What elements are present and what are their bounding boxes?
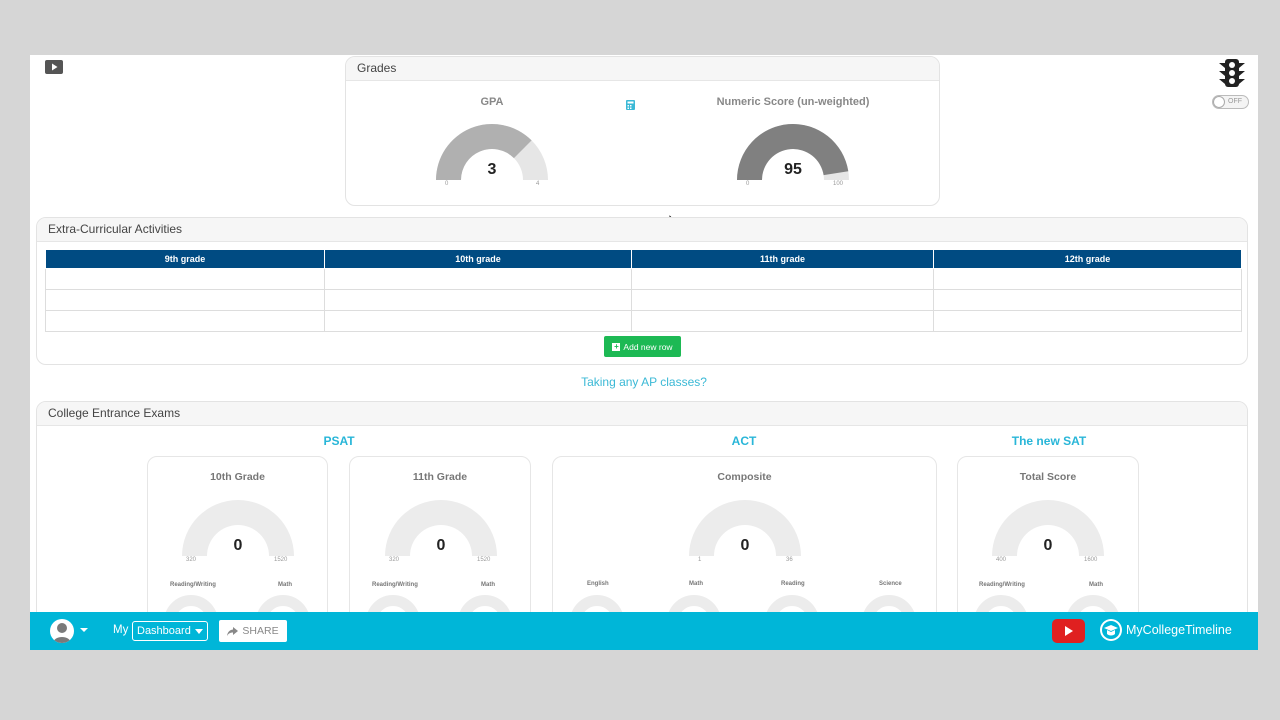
numeric-score-min: 0 bbox=[746, 181, 750, 187]
college-exams-title: College Entrance Exams bbox=[37, 402, 1247, 426]
sub-score-label: Math bbox=[278, 582, 292, 588]
dashboard-select-label: Dashboard bbox=[137, 625, 191, 637]
sub-score-label: Science bbox=[879, 581, 902, 587]
grades-title: Grades bbox=[346, 57, 939, 81]
gpa-title: GPA bbox=[480, 96, 504, 108]
sub-score-label: English bbox=[587, 581, 609, 587]
score-max: 1600 bbox=[1084, 557, 1098, 563]
add-new-row-label: Add new row bbox=[623, 341, 673, 352]
numeric-score-value: 95 bbox=[784, 161, 802, 178]
sub-score-label: Reading/Writing bbox=[170, 582, 216, 588]
table-row bbox=[45, 310, 1242, 332]
table-cell[interactable] bbox=[324, 310, 632, 332]
share-label: SHARE bbox=[242, 625, 279, 637]
act-heading: ACT bbox=[731, 434, 757, 448]
score-value: 0 bbox=[1043, 537, 1053, 554]
calculator-icon[interactable] bbox=[626, 97, 635, 110]
column-header: 9th grade bbox=[45, 249, 325, 269]
user-avatar-icon[interactable] bbox=[50, 619, 74, 643]
footer-bar: My Dashboard SHARE MyCollegeTimeline bbox=[30, 612, 1258, 650]
column-header: 12th grade bbox=[933, 249, 1242, 269]
table-cell[interactable] bbox=[631, 289, 934, 311]
sub-score-label: Reading bbox=[781, 581, 805, 587]
traffic-light-icon[interactable] bbox=[1218, 58, 1246, 88]
numeric-score-max: 100 bbox=[833, 181, 844, 187]
score-min: 320 bbox=[186, 557, 197, 563]
table-row bbox=[45, 268, 1242, 290]
add-new-row-button[interactable]: + Add new row bbox=[604, 336, 681, 357]
extracurricular-table: 9th grade 10th grade 11th grade 12th gra… bbox=[45, 249, 1242, 332]
table-cell[interactable] bbox=[631, 310, 934, 332]
sub-score-label: Reading/Writing bbox=[979, 582, 1025, 588]
sub-score-label: Math bbox=[689, 581, 703, 587]
score-max: 36 bbox=[786, 557, 793, 563]
sub-score-label: Reading/Writing bbox=[372, 582, 418, 588]
sub-score-label: Math bbox=[1089, 582, 1103, 588]
score-value: 0 bbox=[233, 537, 243, 554]
score-min: 400 bbox=[996, 557, 1007, 563]
extracurricular-title: Extra-Curricular Activities bbox=[37, 218, 1247, 242]
gpa-value: 3 bbox=[487, 161, 497, 178]
toggle-knob bbox=[1213, 96, 1225, 108]
youtube-icon[interactable] bbox=[1052, 619, 1085, 643]
table-header-row: 9th grade 10th grade 11th grade 12th gra… bbox=[45, 249, 1242, 269]
table-cell[interactable] bbox=[45, 289, 325, 311]
table-row bbox=[45, 289, 1242, 311]
card-title: Total Score bbox=[1019, 471, 1077, 483]
table-cell[interactable] bbox=[45, 268, 325, 290]
numeric-score-title: Numeric Score (un-weighted) bbox=[716, 96, 870, 108]
psat-heading: PSAT bbox=[323, 434, 355, 448]
traffic-light-toggle[interactable]: OFF bbox=[1212, 95, 1249, 109]
chevron-down-icon bbox=[195, 628, 203, 634]
gpa-max: 4 bbox=[536, 181, 540, 187]
table-cell[interactable] bbox=[324, 268, 632, 290]
score-max: 1520 bbox=[274, 557, 288, 563]
extracurricular-panel: Extra-Curricular Activities 9th grade 10… bbox=[36, 217, 1248, 365]
score-min: 1 bbox=[698, 557, 702, 563]
card-title: 10th Grade bbox=[210, 471, 265, 483]
table-cell[interactable] bbox=[324, 289, 632, 311]
table-cell[interactable] bbox=[933, 289, 1242, 311]
column-header: 10th grade bbox=[324, 249, 632, 269]
grades-panel: Grades GPA 3 0 4 Numeric Score (un-weigh… bbox=[345, 56, 940, 206]
table-cell[interactable] bbox=[45, 310, 325, 332]
toggle-label: OFF bbox=[1228, 98, 1242, 105]
gpa-min: 0 bbox=[445, 181, 449, 187]
plus-square-icon: + bbox=[612, 341, 621, 351]
table-cell[interactable] bbox=[933, 310, 1242, 332]
score-min: 320 bbox=[389, 557, 400, 563]
share-button[interactable]: SHARE bbox=[219, 620, 287, 642]
app-screen: OFF Grades GPA 3 0 4 Numeric Score (un-w… bbox=[30, 55, 1258, 650]
share-arrow-icon bbox=[227, 626, 239, 636]
table-cell[interactable] bbox=[631, 268, 934, 290]
brand-logo-icon bbox=[1100, 619, 1122, 641]
video-icon[interactable] bbox=[45, 60, 63, 74]
sat-heading: The new SAT bbox=[1011, 434, 1087, 448]
card-title: 11th Grade bbox=[412, 471, 468, 483]
user-menu-caret-icon[interactable] bbox=[80, 628, 88, 632]
card-title: Composite bbox=[717, 471, 772, 483]
my-label: My bbox=[113, 624, 129, 636]
column-header: 11th grade bbox=[631, 249, 934, 269]
brand-name[interactable]: MyCollegeTimeline bbox=[1126, 623, 1232, 637]
score-value: 0 bbox=[436, 537, 446, 554]
table-cell[interactable] bbox=[933, 268, 1242, 290]
dashboard-select[interactable]: Dashboard bbox=[132, 621, 208, 641]
ap-classes-link[interactable]: Taking any AP classes? bbox=[30, 375, 1258, 389]
score-value: 0 bbox=[740, 537, 750, 554]
sub-score-label: Math bbox=[481, 582, 495, 588]
score-max: 1520 bbox=[477, 557, 491, 563]
